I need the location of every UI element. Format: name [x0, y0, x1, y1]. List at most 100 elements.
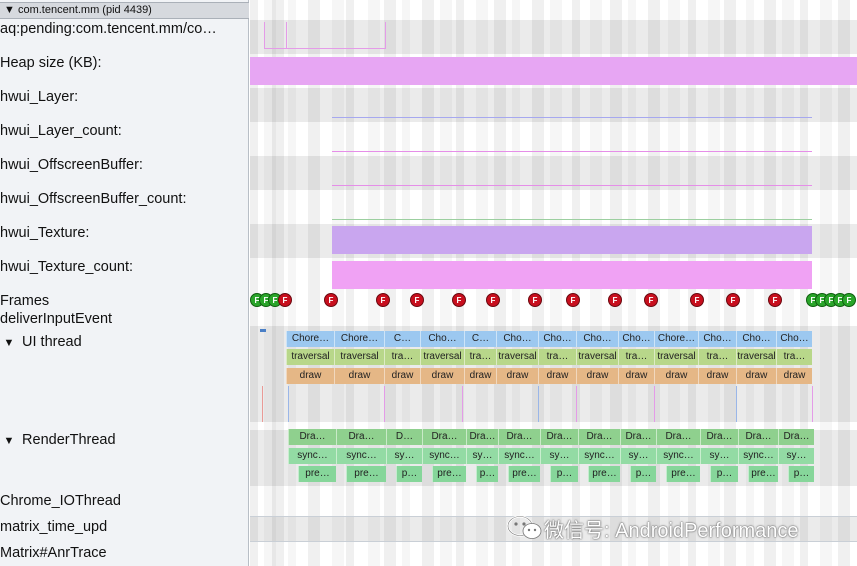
- track-label[interactable]: ▼ RenderThread: [0, 431, 246, 450]
- traversal-slice[interactable]: traversal: [334, 349, 384, 365]
- prepare-tree-slice[interactable]: p…: [710, 466, 738, 482]
- traversal-slice[interactable]: traversal: [286, 349, 334, 365]
- drawframe-slice[interactable]: Dra…: [656, 429, 700, 445]
- collapse-toggle-icon[interactable]: ▼: [4, 4, 15, 16]
- draw-slice[interactable]: draw: [654, 368, 698, 384]
- draw-slice[interactable]: draw: [334, 368, 384, 384]
- sync-frame-slice[interactable]: sy…: [778, 448, 814, 464]
- jank-frame-marker[interactable]: F: [644, 293, 658, 307]
- jank-frame-marker[interactable]: F: [690, 293, 704, 307]
- prepare-tree-slice[interactable]: pre…: [298, 466, 336, 482]
- choreographer-slice[interactable]: Cho…: [538, 331, 576, 347]
- drawframe-slice[interactable]: Dra…: [288, 429, 336, 445]
- draw-slice[interactable]: draw: [698, 368, 736, 384]
- choreographer-slice[interactable]: Cho…: [618, 331, 654, 347]
- drawframe-slice[interactable]: Dra…: [422, 429, 466, 445]
- jank-frame-marker[interactable]: F: [452, 293, 466, 307]
- draw-slice[interactable]: draw: [496, 368, 538, 384]
- prepare-tree-slice[interactable]: pre…: [508, 466, 540, 482]
- traversal-slice[interactable]: tra…: [464, 349, 496, 365]
- sync-frame-slice[interactable]: sync…: [498, 448, 540, 464]
- prepare-tree-slice[interactable]: p…: [788, 466, 814, 482]
- choreographer-slice[interactable]: Chore…: [334, 331, 384, 347]
- drawframe-slice[interactable]: Dra…: [778, 429, 814, 445]
- jank-frame-marker[interactable]: F: [410, 293, 424, 307]
- drawframe-slice[interactable]: D…: [386, 429, 422, 445]
- choreographer-slice[interactable]: Cho…: [736, 331, 776, 347]
- jank-frame-marker[interactable]: F: [528, 293, 542, 307]
- sync-frame-slice[interactable]: sync…: [656, 448, 700, 464]
- jank-frame-marker[interactable]: F: [726, 293, 740, 307]
- traversal-slice[interactable]: tra…: [776, 349, 812, 365]
- good-frame-marker[interactable]: F: [842, 293, 856, 307]
- drawframe-slice[interactable]: Dra…: [700, 429, 738, 445]
- traversal-slice[interactable]: traversal: [420, 349, 464, 365]
- prepare-tree-slice[interactable]: pre…: [588, 466, 620, 482]
- sync-frame-slice[interactable]: sy…: [700, 448, 738, 464]
- sync-frame-slice[interactable]: sync…: [738, 448, 778, 464]
- prepare-tree-slice[interactable]: pre…: [748, 466, 778, 482]
- draw-slice[interactable]: draw: [576, 368, 618, 384]
- draw-slice[interactable]: draw: [618, 368, 654, 384]
- drawframe-slice[interactable]: Dra…: [466, 429, 498, 445]
- traversal-slice[interactable]: traversal: [496, 349, 538, 365]
- prepare-tree-slice[interactable]: p…: [630, 466, 656, 482]
- jank-frame-marker[interactable]: F: [376, 293, 390, 307]
- prepare-tree-slice[interactable]: p…: [476, 466, 498, 482]
- jank-frame-marker[interactable]: F: [608, 293, 622, 307]
- track-label[interactable]: ▼ UI thread: [0, 333, 246, 352]
- choreographer-slice[interactable]: Cho…: [576, 331, 618, 347]
- traversal-slice[interactable]: traversal: [736, 349, 776, 365]
- sync-frame-slice[interactable]: sync…: [422, 448, 466, 464]
- drawframe-slice[interactable]: Dra…: [336, 429, 386, 445]
- draw-slice[interactable]: draw: [384, 368, 420, 384]
- jank-frame-marker[interactable]: F: [278, 293, 292, 307]
- draw-slice[interactable]: draw: [286, 368, 334, 384]
- prepare-tree-slice[interactable]: p…: [550, 466, 578, 482]
- draw-slice[interactable]: draw: [420, 368, 464, 384]
- prepare-tree-slice[interactable]: pre…: [666, 466, 700, 482]
- drawframe-slice[interactable]: Dra…: [578, 429, 620, 445]
- prepare-tree-slice[interactable]: pre…: [432, 466, 466, 482]
- choreographer-slice[interactable]: Cho…: [698, 331, 736, 347]
- sync-frame-slice[interactable]: sy…: [620, 448, 656, 464]
- drawframe-slice[interactable]: Dra…: [540, 429, 578, 445]
- drawframe-slice[interactable]: Dra…: [620, 429, 656, 445]
- draw-slice[interactable]: draw: [776, 368, 812, 384]
- drawframe-slice[interactable]: Dra…: [738, 429, 778, 445]
- jank-frame-marker[interactable]: F: [324, 293, 338, 307]
- prepare-tree-slice[interactable]: pre…: [346, 466, 386, 482]
- traversal-slice[interactable]: tra…: [618, 349, 654, 365]
- sync-frame-slice[interactable]: sy…: [466, 448, 498, 464]
- process-header[interactable]: ▼ com.tencent.mm (pid 4439): [0, 2, 249, 19]
- drawframe-slice[interactable]: Dra…: [498, 429, 540, 445]
- draw-slice[interactable]: draw: [736, 368, 776, 384]
- choreographer-slice[interactable]: Cho…: [420, 331, 464, 347]
- jank-frame-marker[interactable]: F: [768, 293, 782, 307]
- sync-frame-slice[interactable]: sy…: [540, 448, 578, 464]
- traversal-slice[interactable]: tra…: [698, 349, 736, 365]
- expand-toggle-icon[interactable]: ▼: [0, 432, 18, 450]
- choreographer-slice[interactable]: C…: [464, 331, 496, 347]
- choreographer-slice[interactable]: Cho…: [776, 331, 812, 347]
- track-label-text: Chrome_IOThread: [0, 493, 121, 509]
- jank-frame-marker[interactable]: F: [486, 293, 500, 307]
- expand-toggle-icon[interactable]: ▼: [0, 334, 18, 352]
- sync-frame-slice[interactable]: sy…: [386, 448, 422, 464]
- choreographer-slice[interactable]: Chore…: [286, 331, 334, 347]
- sync-frame-slice[interactable]: sync…: [336, 448, 386, 464]
- choreographer-slice[interactable]: Cho…: [496, 331, 538, 347]
- choreographer-slice[interactable]: Chore…: [654, 331, 698, 347]
- draw-slice[interactable]: draw: [464, 368, 496, 384]
- sync-frame-slice[interactable]: sync…: [578, 448, 620, 464]
- traversal-slice[interactable]: tra…: [384, 349, 420, 365]
- trace-timeline[interactable]: FFFFFFFFFFFFFFFFFFFFF Chore… Chore… C… Cho……: [250, 0, 857, 566]
- traversal-slice[interactable]: tra…: [538, 349, 576, 365]
- sync-frame-slice[interactable]: sync…: [288, 448, 336, 464]
- jank-frame-marker[interactable]: F: [566, 293, 580, 307]
- traversal-slice[interactable]: traversal: [576, 349, 618, 365]
- choreographer-slice[interactable]: C…: [384, 331, 420, 347]
- prepare-tree-slice[interactable]: p…: [396, 466, 422, 482]
- traversal-slice[interactable]: traversal: [654, 349, 698, 365]
- draw-slice[interactable]: draw: [538, 368, 576, 384]
